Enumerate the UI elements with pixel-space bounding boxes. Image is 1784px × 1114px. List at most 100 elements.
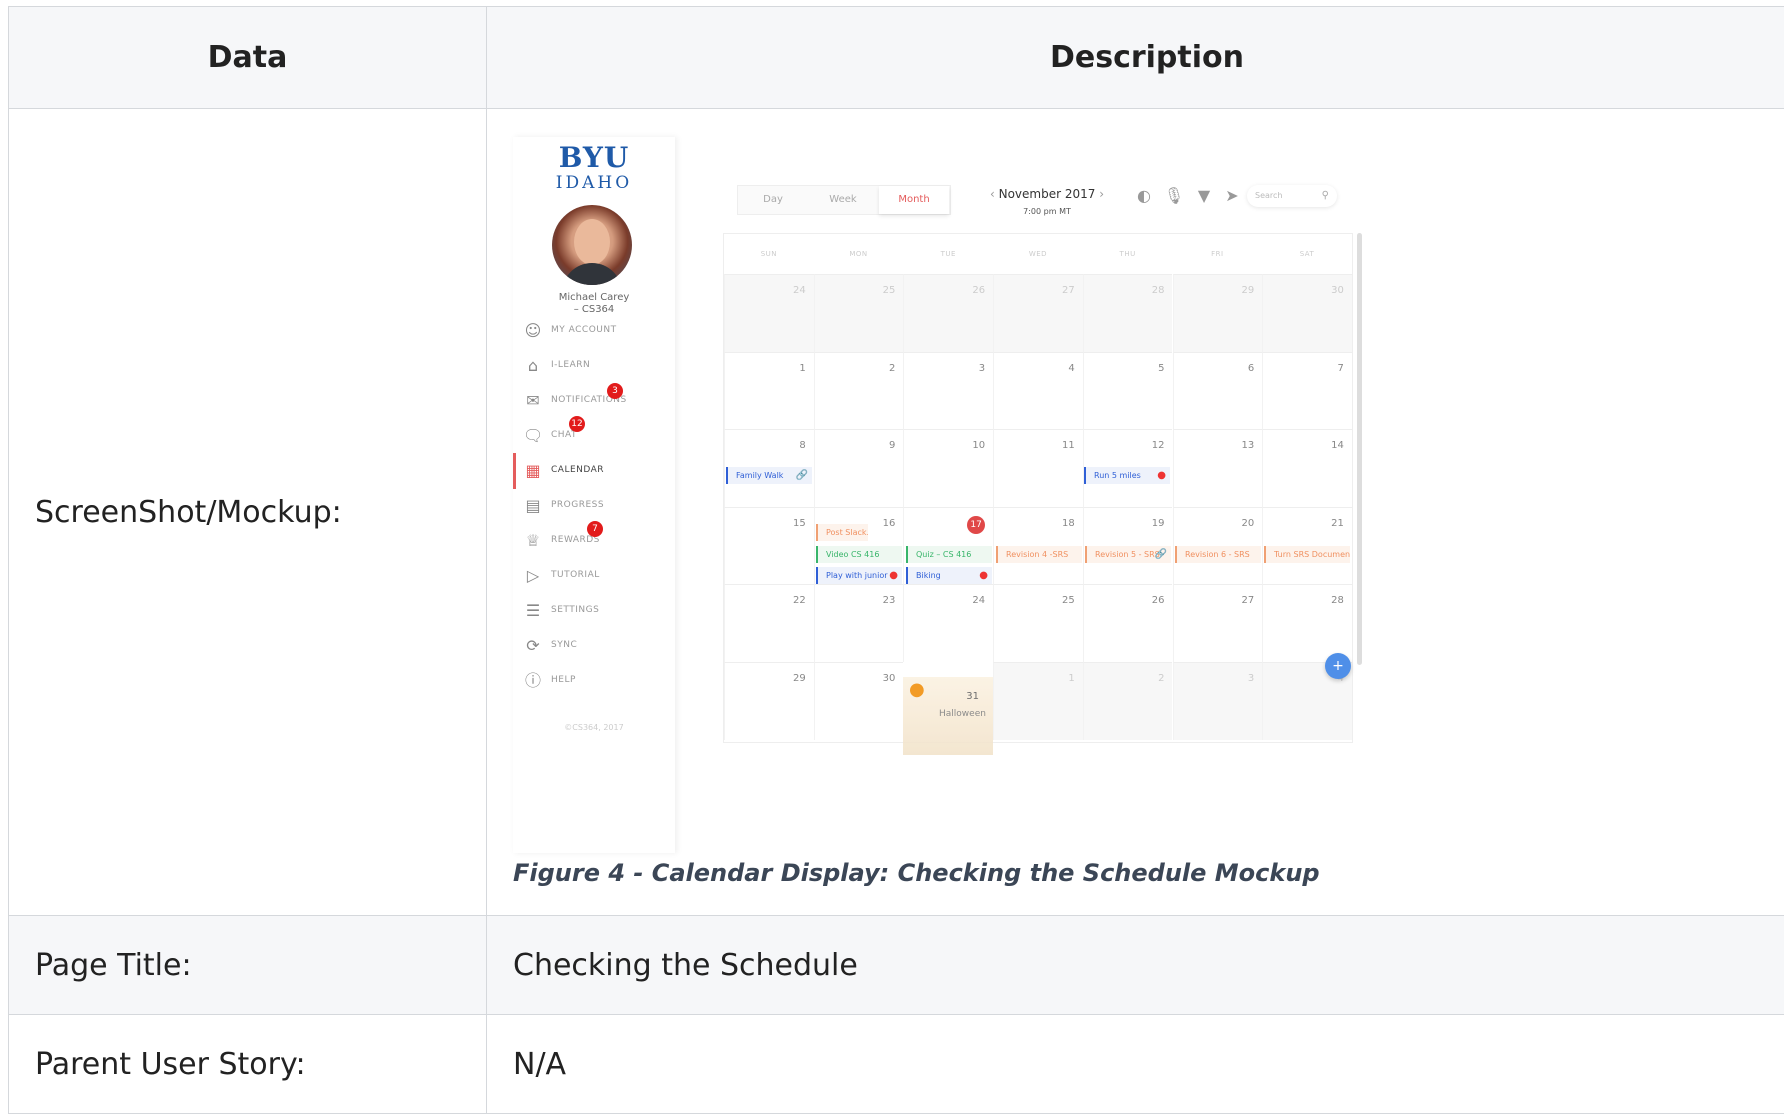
calendar-day-cell[interactable]: 6 xyxy=(1173,352,1263,430)
sidebar-item-settings[interactable]: ☰SETTINGS xyxy=(513,599,675,627)
calendar-day-cell[interactable]: 27 xyxy=(993,274,1083,352)
day-number: 3 xyxy=(979,363,985,374)
calendar-icon: ▦ xyxy=(523,461,543,481)
calendar-day-cell[interactable]: 11 xyxy=(993,429,1083,507)
event-revision-6[interactable]: Revision 6 - SRS xyxy=(1175,546,1261,563)
tab-week[interactable]: Week xyxy=(808,186,878,214)
calendar-day-cell[interactable]: 1 xyxy=(993,662,1083,740)
calendar-day-cell[interactable]: 26 xyxy=(1083,584,1173,662)
row-label-screenshot: ScreenShot/Mockup: xyxy=(9,109,487,916)
halloween-cell[interactable]: ● 31 Halloween xyxy=(903,677,993,755)
event-play-with-junior[interactable]: Play with junior● xyxy=(816,567,902,584)
table-header-row: Data Description xyxy=(9,7,1784,109)
current-time: 7:00 pm MT xyxy=(987,207,1107,216)
month-navigator: ‹ November 2017 › xyxy=(987,187,1107,201)
calendar-day-cell[interactable]: 13 xyxy=(1173,429,1263,507)
calendar-day-cell[interactable]: 5 xyxy=(1083,352,1173,430)
month-label: November 2017 xyxy=(999,187,1096,201)
calendar-day-cell[interactable]: 3 xyxy=(1173,662,1263,740)
weekday-header: MON xyxy=(814,234,904,274)
sidebar-item-notifications[interactable]: ✉NOTIFICATIONS3 xyxy=(513,389,675,417)
weekday-header: THU xyxy=(1083,234,1173,274)
calendar-day-cell[interactable]: 24 xyxy=(724,274,814,352)
event-biking[interactable]: Biking● xyxy=(906,567,992,584)
calendar-day-cell[interactable]: 23 xyxy=(814,584,904,662)
notifications-badge: 3 xyxy=(607,383,623,399)
day-number: 18 xyxy=(1062,518,1075,529)
calendar-day-cell[interactable]: 28 xyxy=(1083,274,1173,352)
calendar-day-cell[interactable]: 29 xyxy=(724,662,814,740)
calendar-day-cell[interactable]: 2 xyxy=(1083,662,1173,740)
calendar-day-cell[interactable]: 28 xyxy=(1262,584,1352,662)
calendar-day-cell[interactable]: 29 xyxy=(1173,274,1263,352)
microphone-icon[interactable]: 🎙 xyxy=(1163,185,1185,207)
sidebar-item-progress[interactable]: ▤PROGRESS xyxy=(513,494,675,522)
day-number: 29 xyxy=(793,673,806,684)
day-number: 5 xyxy=(1158,363,1164,374)
event-revision-5[interactable]: Revision 5 - SRS🔗 xyxy=(1085,546,1171,563)
filter-icon[interactable]: ▼ xyxy=(1193,185,1215,207)
event-revision-4[interactable]: Revision 4 -SRS xyxy=(996,546,1082,563)
calendar-day-cell[interactable]: 15 xyxy=(724,507,814,585)
day-number: 28 xyxy=(1152,285,1165,296)
sidebar-item-tutorial[interactable]: ▷TUTORIAL xyxy=(513,564,675,592)
month-calendar: SUN MON TUE WED THU FRI SAT 242526272829… xyxy=(723,233,1353,743)
sidebar-item-my-account[interactable]: ☺MY ACCOUNT xyxy=(513,319,675,347)
sidebar-item-sync[interactable]: ⟳SYNC xyxy=(513,634,675,662)
calendar-day-cell[interactable]: 9 xyxy=(814,429,904,507)
sidebar-item-rewards[interactable]: ♕REWARDS7 xyxy=(513,529,675,557)
weekday-header: SAT xyxy=(1262,234,1352,274)
sidebar-item-calendar[interactable]: ▦CALENDAR xyxy=(513,459,675,487)
theme-toggle-icon[interactable]: ◐ xyxy=(1133,185,1155,207)
add-event-button[interactable]: + xyxy=(1325,653,1351,679)
day-number: 19 xyxy=(1152,518,1165,529)
event-family-walk[interactable]: Family Walk🔗 xyxy=(726,467,812,484)
day-number: 16 xyxy=(883,518,896,529)
calendar-day-cell[interactable]: 3 xyxy=(903,352,993,430)
event-video[interactable]: Video CS 416 xyxy=(816,546,902,563)
day-number: 20 xyxy=(1241,518,1254,529)
event-quiz[interactable]: Quiz – CS 416 xyxy=(906,546,992,563)
share-icon[interactable]: ➤ xyxy=(1221,185,1243,207)
event-run[interactable]: Run 5 miles● xyxy=(1084,467,1170,484)
weekday-header: WED xyxy=(993,234,1083,274)
calendar-day-cell[interactable]: 1 xyxy=(724,352,814,430)
sidebar-item-chat[interactable]: 🗨CHAT12 xyxy=(513,424,675,452)
day-number: 9 xyxy=(889,440,895,451)
calendar-day-cell[interactable]: 25 xyxy=(814,274,904,352)
tab-month[interactable]: Month xyxy=(879,186,949,214)
search-input[interactable]: Search⚲ xyxy=(1247,185,1337,207)
day-number: 22 xyxy=(793,595,806,606)
calendar-day-cell[interactable]: 30 xyxy=(814,662,904,740)
next-month-icon[interactable]: › xyxy=(1099,187,1104,201)
weekday-header: TUE xyxy=(903,234,993,274)
sliders-icon: ☰ xyxy=(523,601,543,621)
calendar-day-cell[interactable]: 14 xyxy=(1262,429,1352,507)
calendar-day-cell[interactable]: 26 xyxy=(903,274,993,352)
calendar-day-cell[interactable]: 4 xyxy=(993,352,1083,430)
table-row: Page Title: Checking the Schedule xyxy=(9,916,1784,1015)
calendar-day-cell[interactable]: 30 xyxy=(1262,274,1352,352)
calendar-day-cell[interactable]: 24 xyxy=(903,584,993,662)
calendar-day-cell[interactable]: 27 xyxy=(1173,584,1263,662)
prev-month-icon[interactable]: ‹ xyxy=(990,187,995,201)
sidebar-item-help[interactable]: ⓘHELP xyxy=(513,669,675,697)
calendar-day-cell[interactable]: 7 xyxy=(1262,352,1352,430)
sync-icon: ⟳ xyxy=(523,636,543,656)
calendar-day-cell[interactable]: 22 xyxy=(724,584,814,662)
chat-badge: 12 xyxy=(569,416,585,432)
avatar[interactable] xyxy=(552,205,632,285)
event-turn-srs[interactable]: Turn SRS Document xyxy=(1264,546,1350,563)
calendar-day-cell[interactable]: 25 xyxy=(993,584,1083,662)
calendar-day-cell[interactable]: 2 xyxy=(814,352,904,430)
row-label-parent-story: Parent User Story: xyxy=(9,1015,487,1114)
table-row: ScreenShot/Mockup: BYU IDAHO Michael Car… xyxy=(9,109,1784,916)
calendar-day-cell[interactable]: 10 xyxy=(903,429,993,507)
link-icon: 🔗 xyxy=(1155,546,1167,563)
tab-day[interactable]: Day xyxy=(738,186,808,214)
calendar-scrollbar[interactable] xyxy=(1357,233,1362,665)
event-post-slack[interactable]: Post Slack... xyxy=(816,524,868,541)
weekday-header: SUN xyxy=(724,234,814,274)
sidebar-item-i-learn[interactable]: ⌂I-LEARN xyxy=(513,354,675,382)
day-number: 26 xyxy=(972,285,985,296)
